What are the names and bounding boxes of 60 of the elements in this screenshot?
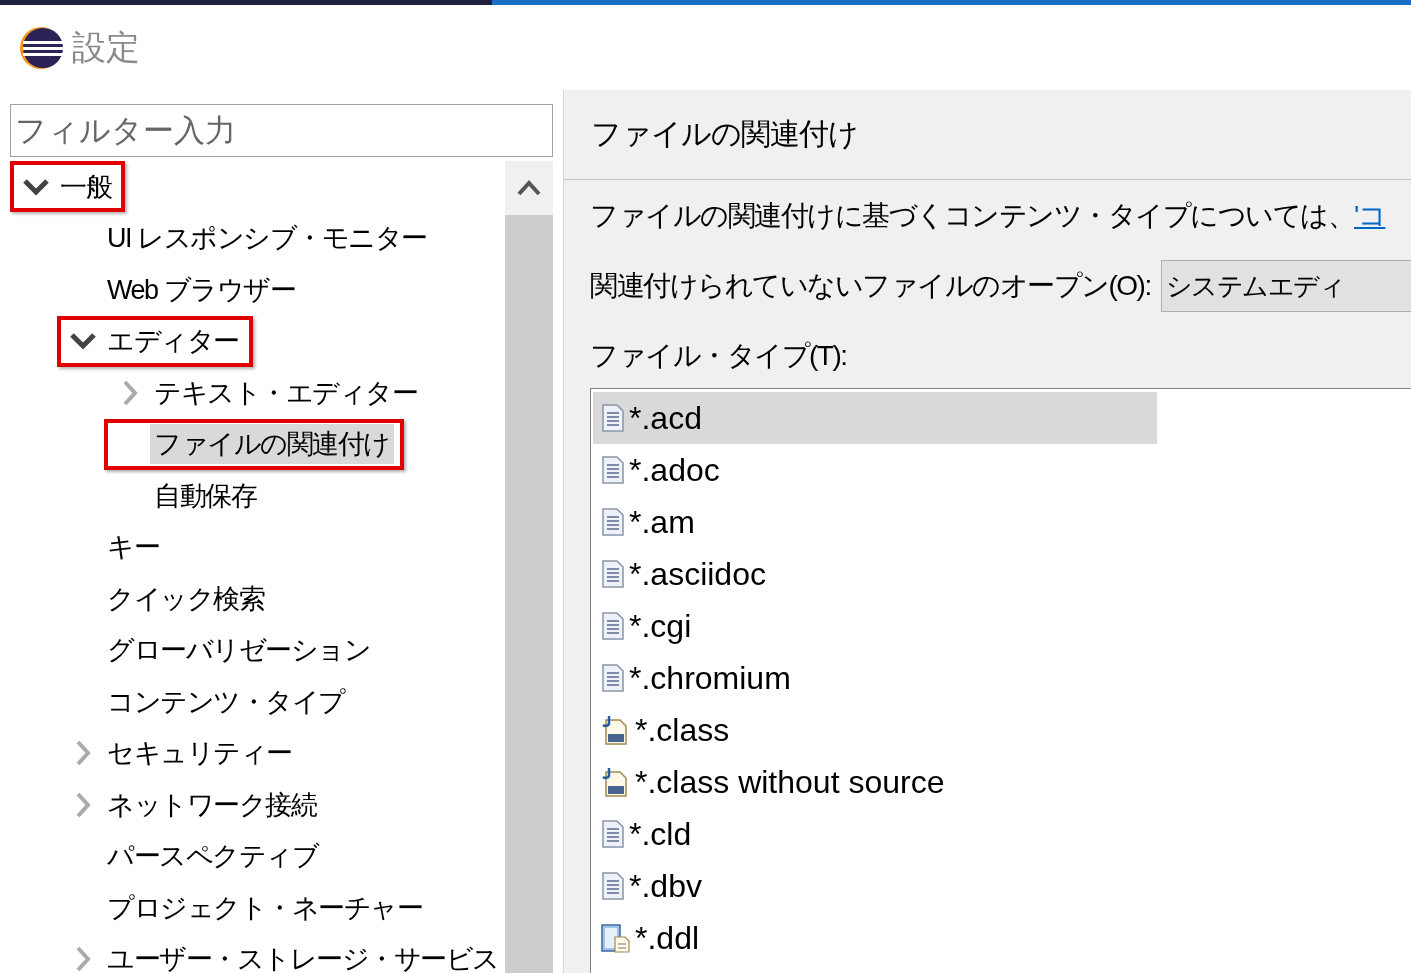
file-type-name: *.chromium [629, 659, 791, 697]
app-logo-icon [18, 24, 64, 71]
database-file-icon [601, 923, 631, 953]
file-type-name: *.cgi [629, 607, 692, 645]
tree-item[interactable]: キー [103, 527, 163, 568]
window-title: 設定 [72, 26, 140, 68]
chevron-icon[interactable] [22, 177, 50, 196]
file-type-row[interactable]: *.asciidoc [593, 548, 1157, 600]
description-text: ファイルの関連付けに基づくコンテンツ・タイプについては、'コ [590, 199, 1387, 233]
file-type-name: *.class without source [635, 763, 945, 801]
document-icon [601, 872, 625, 900]
scrollbar[interactable] [505, 161, 553, 973]
tree-item[interactable]: クイック検索 [103, 578, 268, 619]
document-icon [601, 560, 625, 588]
file-type-row[interactable]: *.class [593, 704, 1157, 756]
tree-item[interactable]: テキスト・エディター [150, 372, 421, 413]
file-type-name: *.asciidoc [629, 555, 766, 593]
tree-item[interactable]: UI レスポンシブ・モニター [103, 218, 431, 259]
file-type-row[interactable]: *.chromium [593, 652, 1157, 704]
document-icon [601, 456, 625, 484]
tree-item[interactable]: Web ブラウザー [103, 269, 300, 310]
scroll-up-icon[interactable] [517, 180, 541, 196]
panel-title: ファイルの関連付け [591, 116, 858, 152]
file-type-row[interactable]: *.acd [593, 392, 1157, 444]
chevron-icon[interactable] [69, 332, 97, 351]
file-type-row[interactable]: *.class without source [593, 756, 1157, 808]
file-type-row[interactable]: *.ddl [593, 912, 1157, 964]
file-type-name: *.ddl [635, 919, 700, 957]
file-type-row[interactable]: *.am [593, 496, 1157, 548]
tree-item[interactable]: エディター [103, 321, 243, 362]
tree-item[interactable]: 一般 [56, 166, 115, 207]
file-type-name: *.class [635, 711, 730, 749]
editor-dropdown[interactable]: システムエディ [1160, 260, 1411, 312]
tree-item[interactable]: ユーザー・ストレージ・サービス [103, 939, 503, 973]
filter-field[interactable]: フィルター入力 [10, 104, 553, 157]
tree-item[interactable]: セキュリティー [103, 733, 296, 774]
tree-item[interactable]: コンテンツ・タイプ [103, 681, 349, 722]
file-type-row[interactable]: *.cld [593, 808, 1157, 860]
tree-item[interactable]: ファイルの関連付け [150, 424, 394, 465]
file-types-label: ファイル・タイプ(T): [590, 339, 848, 373]
document-icon [601, 664, 625, 692]
file-type-row[interactable]: *.cgi [593, 600, 1157, 652]
file-type-name: *.cld [629, 815, 692, 853]
document-icon [601, 508, 625, 536]
open-unassociated-label: 関連付けられていないファイルのオープン(O): [590, 269, 1151, 303]
tree-item[interactable]: グローバリゼーション [103, 630, 374, 671]
file-type-name: *.acd [629, 399, 702, 437]
content-types-link[interactable]: 'コ [1354, 200, 1386, 231]
tree-item[interactable]: ネットワーク接続 [103, 784, 320, 825]
tree-item[interactable]: 自動保存 [150, 475, 260, 516]
file-type-name: *.dbv [629, 867, 702, 905]
file-type-name: *.adoc [629, 451, 720, 489]
file-type-row[interactable]: *.dbv [593, 860, 1157, 912]
tree-item[interactable]: パースペクティブ [103, 836, 322, 877]
file-type-row[interactable]: *.adoc [593, 444, 1157, 496]
document-icon [601, 404, 625, 432]
document-icon [601, 612, 625, 640]
file-type-name: *.am [629, 503, 695, 541]
document-icon [601, 820, 625, 848]
tree-item[interactable]: プロジェクト・ネーチャー [103, 887, 426, 928]
